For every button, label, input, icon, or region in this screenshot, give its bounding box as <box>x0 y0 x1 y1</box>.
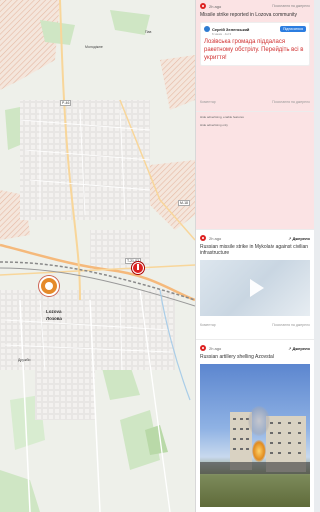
source-icon <box>200 3 206 9</box>
source-link[interactable]: ↗Джерело <box>288 346 310 351</box>
road-badge-m18: M-18 <box>178 200 190 206</box>
ad-card: Hide advertising, enable features Hide a… <box>196 112 314 230</box>
map-label-pavlivka: Пав <box>145 30 152 34</box>
external-link-icon: ↗ <box>288 235 292 241</box>
subscribe-button[interactable]: Підписатися <box>279 26 306 32</box>
telegram-meta: 6 views · Jul 3 <box>212 32 232 36</box>
source-link[interactable]: ↗Джерело <box>288 236 310 241</box>
map-label-lozova-en: Lozova <box>46 309 62 314</box>
card-meta: 2h ago ↗Джерело <box>196 342 314 354</box>
explosion-icon <box>45 282 53 290</box>
map-panel[interactable]: P-46 M-18 T-21-03 Пав Молодіжне Lozova Л… <box>0 0 195 512</box>
telegram-embed[interactable]: Сергій Зеленський Підписатися 6 views · … <box>200 22 310 66</box>
external-link-icon: ↗ <box>288 345 292 351</box>
time-ago: 2h ago <box>209 235 222 241</box>
map-label-molodizhne: Молодіжне <box>85 45 103 49</box>
smoke-plume <box>248 406 270 436</box>
source-icon <box>200 345 206 351</box>
play-icon[interactable] <box>250 279 264 297</box>
comment-link[interactable]: Коментар <box>200 323 216 327</box>
map-canvas[interactable] <box>0 0 195 512</box>
card-meta: 2h ago Посилання на джерело <box>196 0 314 12</box>
map-label-druzhba: Дружби <box>18 358 31 362</box>
missile-icon <box>137 264 139 270</box>
news-photo[interactable] <box>200 364 310 507</box>
source-link[interactable]: Посилання на джерело <box>272 4 310 8</box>
feed-card-azovstal[interactable]: 2h ago ↗Джерело Russian artillery shelli… <box>196 342 314 512</box>
time-ago: 2h ago <box>209 345 222 351</box>
source-footer-link[interactable]: Посилання на джерело <box>272 100 310 104</box>
time-ago: 2h ago <box>209 3 222 9</box>
comment-link[interactable]: Коментар <box>200 100 216 104</box>
avatar <box>204 26 210 32</box>
strike-marker-missile[interactable] <box>132 262 144 274</box>
strike-marker-explosion[interactable] <box>39 276 59 296</box>
card-title[interactable]: Russian artillery shelling Azovstal <box>196 354 314 360</box>
rubble <box>200 462 310 474</box>
source-footer-link[interactable]: Посилання на джерело <box>272 323 310 327</box>
feed-card-mykolaiv[interactable]: 2h ago ↗Джерело Russian missile strike i… <box>196 232 314 340</box>
card-meta: 2h ago ↗Джерело <box>196 232 314 244</box>
road-badge-p46: P-46 <box>60 100 72 106</box>
telegram-channel-name[interactable]: Сергій Зеленський <box>212 27 249 32</box>
ad-label-hide-features[interactable]: Hide advertising, enable features <box>196 112 314 121</box>
card-footer: Коментар Посилання на джерело <box>196 320 314 330</box>
source-link-label: Джерело <box>292 235 310 241</box>
card-footer: Коментар Посилання на джерело <box>196 97 314 107</box>
feed-card-lozova[interactable]: 2h ago Посилання на джерело Missile stri… <box>196 0 314 112</box>
map-label-lozova-ua: Лозова <box>46 316 62 321</box>
source-icon <box>200 235 206 241</box>
source-link-label: Джерело <box>292 345 310 351</box>
ad-label-hide-only[interactable]: Hide advertising only <box>196 121 314 129</box>
video-player[interactable] <box>200 260 310 316</box>
card-title[interactable]: Missile strike reported in Lozova commun… <box>196 12 314 18</box>
telegram-message: Лозівська громада піддалася ракетному об… <box>204 39 304 61</box>
news-feed[interactable]: 2h ago Посилання на джерело Missile stri… <box>195 0 314 512</box>
card-title[interactable]: Russian missile strike in Mykolaiv again… <box>196 244 314 256</box>
fire-glow <box>252 440 266 462</box>
